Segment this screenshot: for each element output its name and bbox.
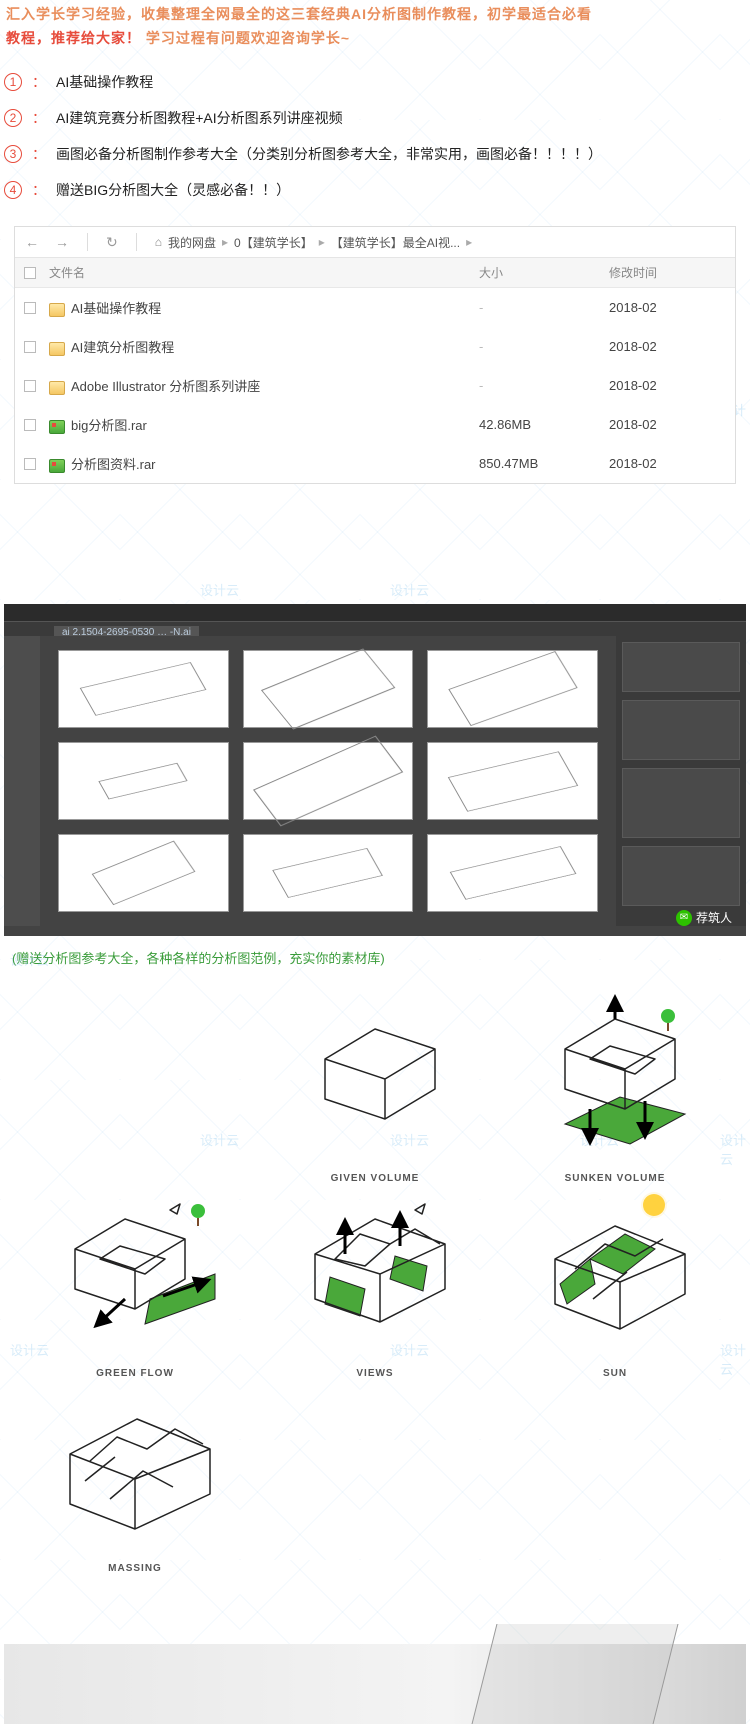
file-size: 42.86MB bbox=[475, 411, 605, 438]
file-date: 2018-02 bbox=[605, 450, 735, 477]
list-text: AI基础操作教程 bbox=[56, 72, 153, 92]
list-item: 1： AI基础操作教程 bbox=[0, 64, 750, 100]
chevron-right-icon: ▸ bbox=[319, 235, 325, 249]
diagram-label: MASSING bbox=[108, 1563, 162, 1574]
folder-icon bbox=[49, 381, 65, 395]
file-size: - bbox=[475, 372, 605, 399]
checkbox[interactable] bbox=[24, 458, 36, 470]
list-item: 3： 画图必备分析图制作参考大全（分类别分析图参考大全，非常实用，画图必备！！！… bbox=[0, 136, 750, 172]
file-size: - bbox=[475, 333, 605, 360]
diagram-cell: GIVEN VOLUME bbox=[270, 1009, 480, 1184]
breadcrumb: ⌂ 我的网盘 ▸ 0【建筑学长】 ▸ 【建筑学长】最全AI视... ▸ bbox=[155, 234, 472, 251]
checkbox[interactable] bbox=[24, 419, 36, 431]
number-badge: 2 bbox=[4, 109, 22, 127]
archive-icon bbox=[49, 420, 65, 434]
table-row[interactable]: Adobe Illustrator 分析图系列讲座 -2018-02 bbox=[15, 366, 735, 405]
list-item: 2： AI建筑竞赛分析图教程+AI分析图系列讲座视频 bbox=[0, 100, 750, 136]
diagram-label: SUNKEN VOLUME bbox=[565, 1173, 666, 1184]
checkbox[interactable] bbox=[24, 341, 36, 353]
home-icon[interactable]: ⌂ bbox=[155, 235, 162, 249]
list-text: AI建筑竞赛分析图教程+AI分析图系列讲座视频 bbox=[56, 108, 343, 128]
crumb[interactable]: 我的网盘 bbox=[168, 234, 216, 251]
crumb[interactable]: 【建筑学长】最全AI视... bbox=[331, 234, 460, 251]
file-size: - bbox=[475, 294, 605, 321]
number-badge: 4 bbox=[4, 181, 22, 199]
file-size: 850.47MB bbox=[475, 450, 605, 477]
folder-icon bbox=[49, 303, 65, 317]
intro-red: 教程，推荐给大家！ bbox=[6, 30, 141, 46]
col-date[interactable]: 修改时间 bbox=[605, 258, 735, 287]
table-header: 文件名 大小 修改时间 bbox=[15, 258, 735, 288]
chevron-right-icon: ▸ bbox=[466, 235, 472, 249]
file-date: 2018-02 bbox=[605, 411, 735, 438]
list-item: 4： 赠送BIG分析图大全（灵感必备！！） bbox=[0, 172, 750, 208]
table-row[interactable]: big分析图.rar 42.86MB2018-02 bbox=[15, 405, 735, 444]
bottom-image bbox=[4, 1644, 746, 1724]
file-date: 2018-02 bbox=[605, 372, 735, 399]
intro-line1: 汇入学长学习经验，收集整理全网最全的这三套经典AI分析图制作教程，初学最适合必看 bbox=[0, 0, 750, 28]
table-row[interactable]: 分析图资料.rar 850.47MB2018-02 bbox=[15, 444, 735, 483]
folder-icon bbox=[49, 342, 65, 356]
crumb[interactable]: 0【建筑学长】 bbox=[234, 234, 313, 251]
archive-icon bbox=[49, 459, 65, 473]
diagram-grid: GIVEN VOLUME SUNKEN VOLUME bbox=[0, 979, 750, 1584]
list-text: 画图必备分析图制作参考大全（分类别分析图参考大全，非常实用，画图必备！！！！） bbox=[56, 144, 602, 164]
file-date: 2018-02 bbox=[605, 294, 735, 321]
number-badge: 1 bbox=[4, 73, 22, 91]
wechat-icon: ✉ bbox=[676, 910, 692, 926]
file-date: 2018-02 bbox=[605, 333, 735, 360]
wechat-watermark: ✉ 荐筑人 bbox=[676, 909, 732, 926]
file-name: Adobe Illustrator 分析图系列讲座 bbox=[71, 379, 260, 394]
intro-orange: 学习过程有问题欢迎咨询学长~ bbox=[146, 30, 350, 46]
illustrator-screenshot: ai 2.1504-2695-0530 … -N.ai bbox=[4, 604, 746, 936]
file-name: big分析图.rar bbox=[71, 418, 147, 433]
diagram-label: GREEN FLOW bbox=[96, 1368, 174, 1379]
table-row[interactable]: AI基础操作教程 -2018-02 bbox=[15, 288, 735, 327]
file-name: AI建筑分析图教程 bbox=[71, 340, 174, 355]
file-browser: ← → ↻ ⌂ 我的网盘 ▸ 0【建筑学长】 ▸ 【建筑学长】最全AI视... … bbox=[14, 226, 736, 484]
ai-canvas bbox=[40, 636, 616, 926]
diagram-cell: SUNKEN VOLUME bbox=[510, 1009, 720, 1184]
numbered-list: 1： AI基础操作教程 2： AI建筑竞赛分析图教程+AI分析图系列讲座视频 3… bbox=[0, 58, 750, 222]
diagram-cell: MASSING bbox=[30, 1399, 240, 1574]
refresh-icon[interactable]: ↻ bbox=[106, 234, 118, 251]
diagram-cell: SUN bbox=[510, 1204, 720, 1379]
caption: (赠送分析图参考大全，各种各样的分析图范例，充实你的素材库) bbox=[0, 936, 750, 979]
diagram-label: GIVEN VOLUME bbox=[331, 1173, 420, 1184]
file-name: AI基础操作教程 bbox=[71, 301, 161, 316]
number-badge: 3 bbox=[4, 145, 22, 163]
diagram-label: VIEWS bbox=[356, 1368, 393, 1379]
chevron-right-icon: ▸ bbox=[222, 235, 228, 249]
diagram-cell: VIEWS bbox=[270, 1204, 480, 1379]
checkbox-all[interactable] bbox=[24, 267, 36, 279]
ai-panels bbox=[616, 636, 746, 926]
table-row[interactable]: AI建筑分析图教程 -2018-02 bbox=[15, 327, 735, 366]
ai-toolbar bbox=[4, 636, 40, 926]
file-name: 分析图资料.rar bbox=[71, 457, 156, 472]
col-name[interactable]: 文件名 bbox=[45, 258, 475, 287]
forward-icon[interactable]: → bbox=[55, 234, 69, 250]
back-icon[interactable]: ← bbox=[25, 234, 39, 250]
browser-toolbar: ← → ↻ ⌂ 我的网盘 ▸ 0【建筑学长】 ▸ 【建筑学长】最全AI视... … bbox=[15, 227, 735, 258]
intro-line2: 教程，推荐给大家！ 学习过程有问题欢迎咨询学长~ bbox=[0, 28, 750, 58]
col-size[interactable]: 大小 bbox=[475, 258, 605, 287]
list-text: 赠送BIG分析图大全（灵感必备！！） bbox=[56, 180, 290, 200]
checkbox[interactable] bbox=[24, 302, 36, 314]
checkbox[interactable] bbox=[24, 380, 36, 392]
diagram-cell: GREEN FLOW bbox=[30, 1204, 240, 1379]
diagram-label: SUN bbox=[603, 1368, 627, 1379]
